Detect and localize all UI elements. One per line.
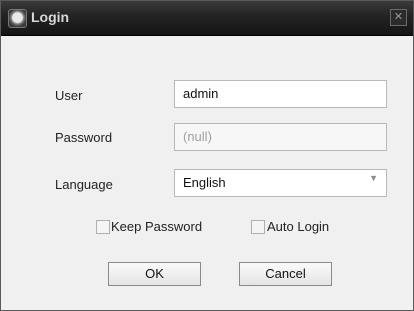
language-select[interactable]: English ▼ <box>174 169 387 197</box>
auto-login-label: Auto Login <box>267 219 330 234</box>
user-label: User <box>55 88 83 103</box>
keep-password-label: Keep Password <box>111 219 203 234</box>
auto-login-checkbox[interactable] <box>251 220 265 234</box>
language-value: English <box>183 175 226 190</box>
ok-button[interactable]: OK <box>108 262 201 286</box>
chevron-down-icon[interactable]: ▼ <box>369 173 378 183</box>
window-title: Login <box>31 9 70 25</box>
password-label: Password <box>55 130 113 145</box>
close-icon[interactable]: ✕ <box>390 9 407 26</box>
app-logo-icon <box>8 9 27 28</box>
keep-password-checkbox[interactable] <box>96 220 110 234</box>
password-field[interactable]: (null) <box>174 123 387 151</box>
user-field[interactable]: admin <box>174 80 387 108</box>
title-bar[interactable]: Login ✕ <box>1 1 413 36</box>
language-label: Language <box>55 177 113 192</box>
login-dialog: Login ✕ User admin Password (null) Langu… <box>0 0 414 311</box>
cancel-button[interactable]: Cancel <box>239 262 332 286</box>
